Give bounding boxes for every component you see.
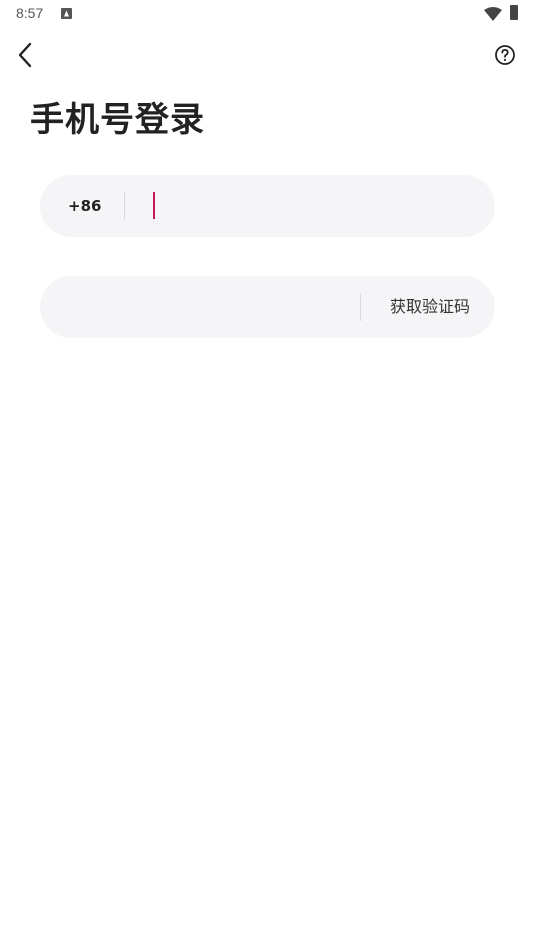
app-notification-icon bbox=[61, 8, 72, 19]
verification-code-input[interactable] bbox=[68, 288, 348, 326]
status-time: 8:57 bbox=[16, 5, 44, 21]
help-button[interactable] bbox=[494, 44, 516, 66]
phone-number-input[interactable] bbox=[144, 187, 474, 225]
question-circle-icon bbox=[495, 45, 515, 65]
phone-input-row: +86 bbox=[40, 175, 495, 237]
divider bbox=[124, 192, 125, 220]
page-title: 手机号登录 bbox=[30, 100, 205, 140]
battery-icon bbox=[510, 5, 518, 20]
code-input-row: 获取验证码 bbox=[40, 276, 495, 338]
status-bar: 8:57 bbox=[0, 0, 534, 28]
get-code-button[interactable]: 获取验证码 bbox=[380, 276, 480, 338]
divider bbox=[360, 293, 361, 321]
country-code-selector[interactable]: +86 bbox=[68, 175, 101, 237]
text-cursor bbox=[153, 192, 155, 219]
chevron-left-icon bbox=[18, 42, 32, 68]
wifi-icon bbox=[484, 6, 502, 25]
back-button[interactable] bbox=[10, 40, 40, 70]
